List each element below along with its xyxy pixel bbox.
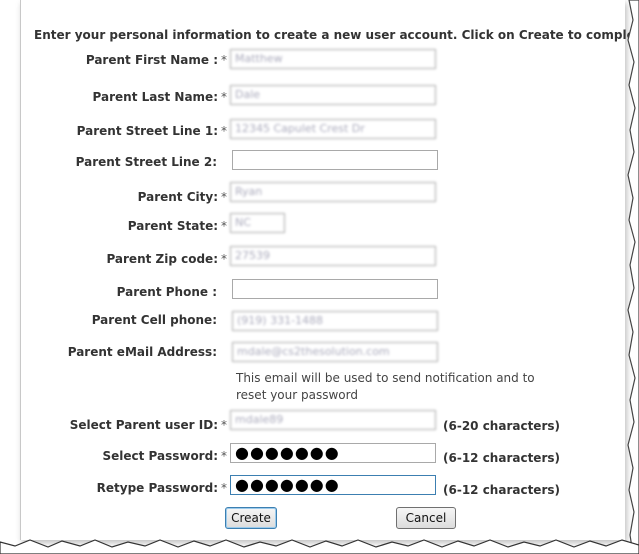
last-name-label: Parent Last Name: * [92, 90, 227, 104]
required-marker: * [221, 124, 227, 138]
state-field[interactable]: NC [230, 213, 285, 233]
torn-edge-bottom [0, 539, 639, 554]
password-hint: (6-12 characters) [443, 451, 560, 465]
street-line-1-label: Parent Street Line 1: * [76, 124, 227, 138]
required-marker: * [221, 252, 227, 266]
city-label: Parent City: * [137, 190, 227, 204]
phone-label: Parent Phone : [116, 285, 217, 299]
torn-edge-right [627, 0, 639, 554]
user-id-hint: (6-20 characters) [443, 419, 560, 433]
email-label: Parent eMail Address: [67, 345, 217, 359]
street-line-2-label: Parent Street Line 2: [75, 155, 217, 169]
form-instructions: Enter your personal information to creat… [34, 28, 639, 42]
required-marker: * [221, 190, 227, 204]
zip-code-field[interactable]: 27539 [230, 246, 436, 266]
create-button[interactable]: Create [225, 507, 277, 529]
state-label: Parent State: * [127, 219, 227, 233]
street-line-2-field[interactable] [232, 150, 438, 170]
retype-password-label: Retype Password: * [96, 481, 227, 495]
email-field[interactable]: mdale@cs2thesolution.com [232, 342, 438, 362]
cell-phone-field[interactable]: (919) 331-1488 [232, 311, 438, 331]
user-id-label: Select Parent user ID: * [69, 418, 227, 432]
first-name-label: Parent First Name : * [85, 53, 227, 67]
street-line-1-field[interactable]: 12345 Capulet Crest Dr [230, 119, 436, 139]
required-marker: * [221, 418, 227, 432]
retype-password-field[interactable]: ●●●●●●● [230, 475, 436, 495]
cancel-button[interactable]: Cancel [396, 507, 456, 529]
password-label: Select Password: * [102, 449, 227, 463]
phone-field[interactable] [232, 279, 438, 299]
email-note: This email will be used to send notifica… [236, 371, 535, 402]
first-name-field[interactable]: Matthew [230, 49, 436, 69]
password-field[interactable]: ●●●●●●● [230, 443, 436, 463]
required-marker: * [221, 481, 227, 495]
required-marker: * [221, 449, 227, 463]
user-id-field[interactable]: mdale89 [230, 410, 436, 430]
required-marker: * [221, 90, 227, 104]
cell-phone-label: Parent Cell phone: [91, 313, 217, 327]
city-field[interactable]: Ryan [230, 182, 436, 202]
zip-code-label: Parent Zip code: * [106, 252, 227, 266]
retype-password-hint: (6-12 characters) [443, 483, 560, 497]
required-marker: * [221, 53, 227, 67]
required-marker: * [221, 219, 227, 233]
last-name-field[interactable]: Dale [230, 85, 436, 105]
